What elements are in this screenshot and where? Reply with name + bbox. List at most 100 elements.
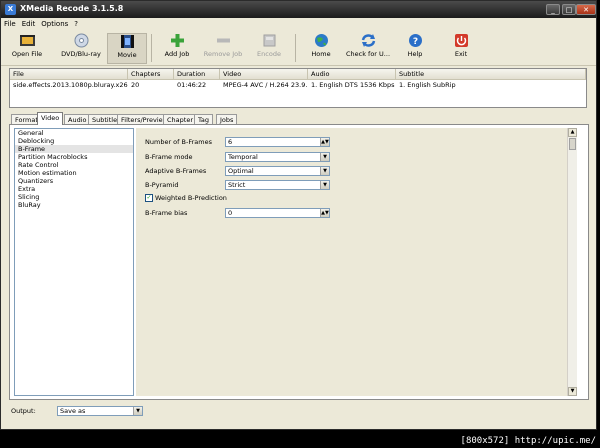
weighted-bprediction-label: Weighted B-Prediction — [155, 194, 227, 202]
nav-item-quantizers[interactable]: Quantizers — [15, 177, 133, 185]
toolbar-separator — [151, 34, 152, 62]
exit-label: Exit — [454, 50, 468, 58]
movie-button[interactable]: Movie — [107, 33, 147, 64]
nav-item-general[interactable]: General — [15, 129, 133, 137]
num-bframes-label: Number of B-Frames — [145, 138, 212, 146]
menu-file[interactable]: File — [1, 19, 19, 29]
check-updates-label: Check for U... — [345, 50, 391, 58]
bframe-mode-value: Temporal — [228, 153, 258, 161]
weighted-bprediction-checkbox[interactable]: ✓ Weighted B-Prediction — [145, 194, 227, 202]
header-subtitle[interactable]: Subtitle — [396, 69, 586, 79]
chevron-down-icon[interactable]: ▼ — [320, 153, 329, 161]
exit-button[interactable]: Exit — [443, 33, 479, 64]
num-bframes-value: 6 — [228, 138, 233, 146]
help-button[interactable]: ? Help — [397, 33, 433, 64]
movie-icon — [119, 34, 136, 49]
dvd-bluray-button[interactable]: DVD/Blu-ray — [56, 33, 106, 64]
checkmark-icon[interactable]: ✓ — [145, 194, 153, 202]
bframe-settings: Number of B-Frames 6 ▲▼ B-Frame mode Tem… — [136, 128, 577, 396]
help-icon: ? — [407, 33, 424, 48]
nav-item-bframe[interactable]: B-Frame — [15, 145, 133, 153]
chevron-down-icon[interactable]: ▼ — [133, 407, 142, 415]
menu-edit[interactable]: Edit — [19, 19, 39, 29]
scroll-down-icon[interactable]: ▼ — [568, 387, 577, 396]
bframe-mode-label: B-Frame mode — [145, 153, 193, 161]
job-list-header: File Chapters Duration Video Audio Subti… — [10, 69, 586, 80]
output-value: Save as — [60, 407, 86, 415]
menu-bar: File Edit Options? — [1, 19, 596, 30]
nav-item-partition-macroblocks[interactable]: Partition Macroblocks — [15, 153, 133, 161]
video-tab-panel: General Deblocking B-Frame Partition Mac… — [9, 124, 589, 400]
open-file-button[interactable]: Open File — [5, 33, 49, 64]
video-settings-nav: General Deblocking B-Frame Partition Mac… — [14, 128, 134, 396]
minus-icon — [215, 33, 232, 48]
scroll-thumb[interactable] — [569, 138, 576, 150]
bpyramid-label: B-Pyramid — [145, 181, 179, 189]
nav-item-motion-estimation[interactable]: Motion estimation — [15, 169, 133, 177]
minimize-button[interactable]: _ — [546, 4, 560, 15]
dvd-bluray-label: DVD/Blu-ray — [61, 50, 101, 58]
cell-audio: 1. English DTS 1536 Kbps ... — [311, 81, 396, 89]
header-chapters[interactable]: Chapters — [128, 69, 174, 79]
num-bframes-stepper[interactable]: 6 ▲▼ — [225, 137, 330, 147]
globe-icon — [313, 33, 330, 48]
home-button[interactable]: Home — [303, 33, 339, 64]
nav-item-bluray[interactable]: BluRay — [15, 201, 133, 209]
bframe-bias-label: B-Frame bias — [145, 209, 188, 217]
cell-file: side.effects.2013.1080p.bluray.x26... — [13, 81, 128, 89]
tab-video[interactable]: Video — [37, 112, 64, 125]
spin-arrows-icon[interactable]: ▲▼ — [320, 209, 329, 217]
app-icon: X — [5, 4, 16, 15]
add-job-label: Add Job — [164, 50, 190, 58]
cell-duration: 01:46:22 — [177, 81, 207, 89]
spin-arrows-icon[interactable]: ▲▼ — [320, 138, 329, 146]
header-audio[interactable]: Audio — [308, 69, 396, 79]
header-duration[interactable]: Duration — [174, 69, 220, 79]
nav-item-extra[interactable]: Extra — [15, 185, 133, 193]
settings-scrollbar[interactable]: ▲ ▼ — [567, 128, 577, 396]
nav-item-slicing[interactable]: Slicing — [15, 193, 133, 201]
disc-icon — [73, 33, 90, 48]
scroll-up-icon[interactable]: ▲ — [568, 128, 577, 137]
nav-item-deblocking[interactable]: Deblocking — [15, 137, 133, 145]
refresh-icon — [360, 33, 377, 48]
add-job-button[interactable]: Add Job — [159, 33, 195, 64]
help-label: Help — [407, 50, 423, 58]
watermark: [800x572] http://upic.me/ — [460, 436, 596, 446]
main-window: X XMedia Recode 3.1.5.8 _ □ ✕ File Edit Op… — [0, 0, 597, 430]
table-row[interactable]: side.effects.2013.1080p.bluray.x26... 20… — [10, 80, 586, 90]
film-icon — [19, 33, 36, 48]
job-list[interactable]: File Chapters Duration Video Audio Subti… — [9, 68, 587, 108]
svg-text:?: ? — [412, 37, 417, 47]
movie-label: Movie — [117, 51, 137, 59]
adaptive-bframes-select[interactable]: Optimal ▼ — [225, 166, 330, 176]
bpyramid-select[interactable]: Strict ▼ — [225, 180, 330, 190]
adaptive-bframes-value: Optimal — [228, 167, 254, 175]
encode-icon — [261, 33, 278, 48]
header-video[interactable]: Video — [220, 69, 308, 79]
check-updates-button[interactable]: Check for U... — [343, 33, 393, 64]
bpyramid-value: Strict — [228, 181, 246, 189]
title-bar: X XMedia Recode 3.1.5.8 _ □ ✕ — [1, 1, 596, 18]
close-button[interactable]: ✕ — [576, 4, 596, 15]
bframe-bias-stepper[interactable]: 0 ▲▼ — [225, 208, 330, 218]
nav-item-rate-control[interactable]: Rate Control — [15, 161, 133, 169]
open-file-label: Open File — [11, 50, 43, 58]
menu-help[interactable]: ? — [71, 19, 81, 29]
bframe-mode-select[interactable]: Temporal ▼ — [225, 152, 330, 162]
chevron-down-icon[interactable]: ▼ — [320, 167, 329, 175]
encode-label: Encode — [257, 50, 281, 58]
maximize-button[interactable]: □ — [562, 4, 576, 15]
bframe-bias-value: 0 — [228, 209, 233, 217]
header-file[interactable]: File — [10, 69, 128, 79]
encode-button[interactable]: Encode — [251, 33, 287, 64]
menu-options[interactable]: Options — [38, 19, 71, 29]
output-select[interactable]: Save as ▼ — [57, 406, 143, 416]
cell-subtitle: 1. English SubRip — [399, 81, 456, 89]
chevron-down-icon[interactable]: ▼ — [320, 181, 329, 189]
toolbar-separator — [295, 34, 296, 62]
remove-job-button[interactable]: Remove Job — [201, 33, 245, 64]
power-icon — [453, 33, 470, 48]
home-label: Home — [311, 50, 331, 58]
remove-job-label: Remove Job — [203, 50, 243, 58]
